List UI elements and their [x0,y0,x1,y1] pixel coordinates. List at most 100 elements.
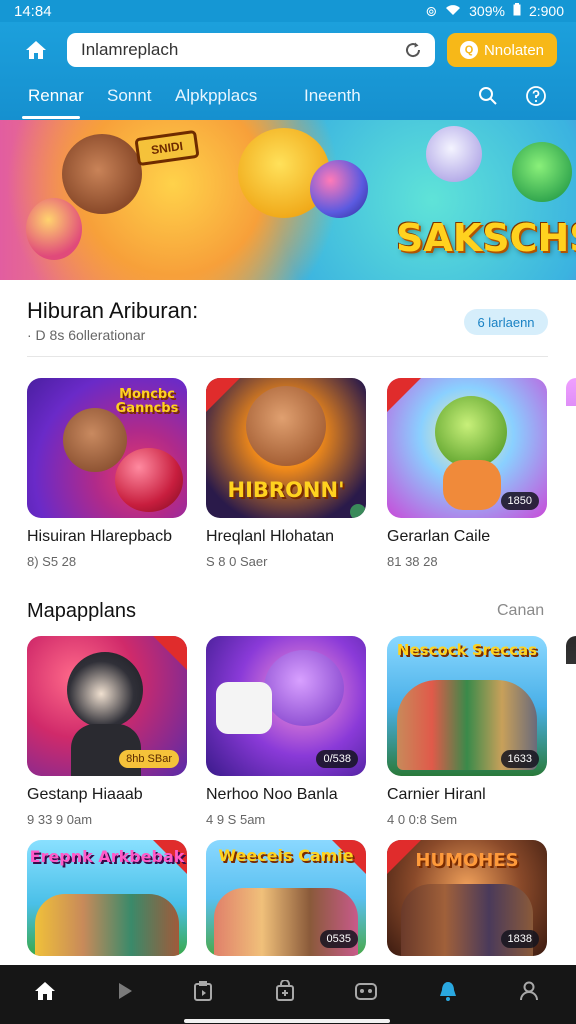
search-bar[interactable] [67,33,435,67]
battery-percent: 309% [469,3,505,19]
app-bar: Q Nnolaten Rennar Sonnt Alpkpplacs Ineen… [0,22,576,120]
section-divider [27,356,548,357]
rating-badge: 1850 [500,492,539,510]
game-meta: 9 33 9 0am [27,812,93,827]
game-meta: 81 38 28 [387,554,438,569]
game-title: Carnier Hiranl [387,786,486,803]
game-thumbnail: HUMOHES 1838 [387,840,547,956]
nav-notifications-icon[interactable] [432,975,464,1007]
banner-sign: SNIDI [134,129,200,167]
thumbnail-title: Nescock Sreccas [396,641,538,659]
see-all-link[interactable]: Canan [497,602,544,620]
nav-games-icon[interactable] [350,975,382,1007]
game-thumbnail: Weeceis Camie 0535 [206,840,366,956]
game-card[interactable]: Moncbc Ganncbs Hisuiran Hlarepbacb 8) S5… [27,378,187,569]
section2-title: Mapapplans [27,600,136,622]
cta-label: Nnolaten [483,41,545,59]
nav-store-icon[interactable] [269,975,301,1007]
game-thumbnail: 1850 [387,378,547,518]
thumbnail-title: Erepnk Arkbebak [29,847,185,866]
tab-3[interactable]: Ineenth [304,86,361,116]
game-card[interactable]: Nescock Sreccas 1633 Carnier Hiranl 4 0 … [387,636,547,827]
help-icon[interactable] [524,84,548,108]
character-group [35,894,179,956]
game-card[interactable]: HUMOHES 1838 [387,840,547,956]
banner-ball [310,160,368,218]
game-card-peek[interactable]: F [566,636,576,664]
game-title: Hreqlanl Hlohatan [206,528,335,545]
refresh-icon[interactable] [403,40,423,60]
tab-1[interactable]: Sonnt [107,86,151,116]
game-thumbnail: Nescock Sreccas 1633 [387,636,547,776]
banner-character-right2 [512,142,572,202]
tab-0[interactable]: Rennar [28,86,84,116]
new-ribbon [387,378,421,412]
game-card[interactable]: HIBRONN' Hreqlanl Hlohatan S 8 0 Saer [206,378,366,569]
battery-icon [513,3,521,19]
status-bar: 14:84 ⊚ 309% 2:900 [0,0,576,22]
game-thumbnail: 8hb SBar [27,636,187,776]
status-time: 14:84 [14,2,52,20]
promo-banner[interactable]: SNIDI SAKSCHS [0,120,576,280]
game-title: Gerarlan Caile [387,528,491,545]
character-face [264,650,344,726]
game-card[interactable]: 8hb SBar Gestanp Hiaaab 9 33 9 0am [27,636,187,827]
game-meta: 4 0 0:8 Sem [387,812,458,827]
game-card[interactable]: 1850 Gerarlan Caile 81 38 28 [387,378,547,569]
banner-character-right [426,126,482,182]
new-ribbon [153,636,187,670]
game-meta: 4 9 S 5am [206,812,266,827]
tab-bar: Rennar Sonnt Alpkpplacs Ineenth [0,80,576,120]
rating-badge: 1838 [500,930,539,948]
character-face [63,408,127,472]
rating-badge: 0/538 [316,750,358,768]
cta-button[interactable]: Q Nnolaten [447,33,557,67]
game-card[interactable]: Erepnk Arkbebak [27,840,187,956]
nav-library-icon[interactable] [187,975,219,1007]
verified-icon [350,504,366,518]
bottom-navigation [0,965,576,1024]
thumbnail-title: Weeceis Camie [218,846,354,865]
banner-egg [26,198,82,260]
rating-badge: 0535 [319,930,358,948]
game-thumbnail [566,636,576,664]
section1-button[interactable]: 6 larlaenn [464,309,548,335]
home-indicator [184,1019,390,1023]
tab-indicator [22,116,80,119]
thumbnail-title: HUMOHES [415,850,519,871]
game-thumbnail [566,378,576,406]
character-face [246,386,326,466]
game-title: Gestanp Hiaaab [27,786,143,803]
game-card-peek[interactable]: R [566,378,576,406]
banner-title: SAKSCHS [396,216,576,260]
character-ball [115,448,183,512]
section1-title: Hiburan Ariburan: [27,298,199,323]
game-thumbnail: Erepnk Arkbebak [27,840,187,956]
game-card[interactable]: 0/538 Nerhoo Noo Banla 4 9 S 5am [206,636,366,827]
game-meta: S 8 0 Saer [206,554,268,569]
character-face [67,652,143,728]
new-ribbon [206,378,240,412]
section1-subtitle: · D 8s 6ollerationar [27,327,146,343]
search-icon[interactable] [476,84,500,108]
thumbnail-title: HIBRONN' [227,478,345,502]
status-clock: 2:900 [528,3,564,19]
search-input[interactable] [81,40,403,60]
nav-profile-icon[interactable] [513,975,545,1007]
dice-icon [216,682,272,734]
game-card[interactable]: Weeceis Camie 0535 [206,840,366,956]
character-body [443,460,501,510]
wifi-icon [445,3,461,19]
game-title: Nerhoo Noo Banla [206,786,338,803]
banner-character-left [62,134,142,214]
nav-home-icon[interactable] [29,975,61,1007]
character-face [435,396,507,468]
game-meta: 8) S5 28 [27,554,77,569]
game-title: Hisuiran Hlarepbacb [27,528,172,545]
coin-icon: Q [459,41,478,59]
game-thumbnail: Moncbc Ganncbs [27,378,187,518]
tab-2[interactable]: Alpkpplacs [175,86,257,116]
vpn-key-icon: ⊚ [425,2,438,19]
home-icon[interactable] [18,34,54,66]
nav-play-icon[interactable] [109,975,141,1007]
